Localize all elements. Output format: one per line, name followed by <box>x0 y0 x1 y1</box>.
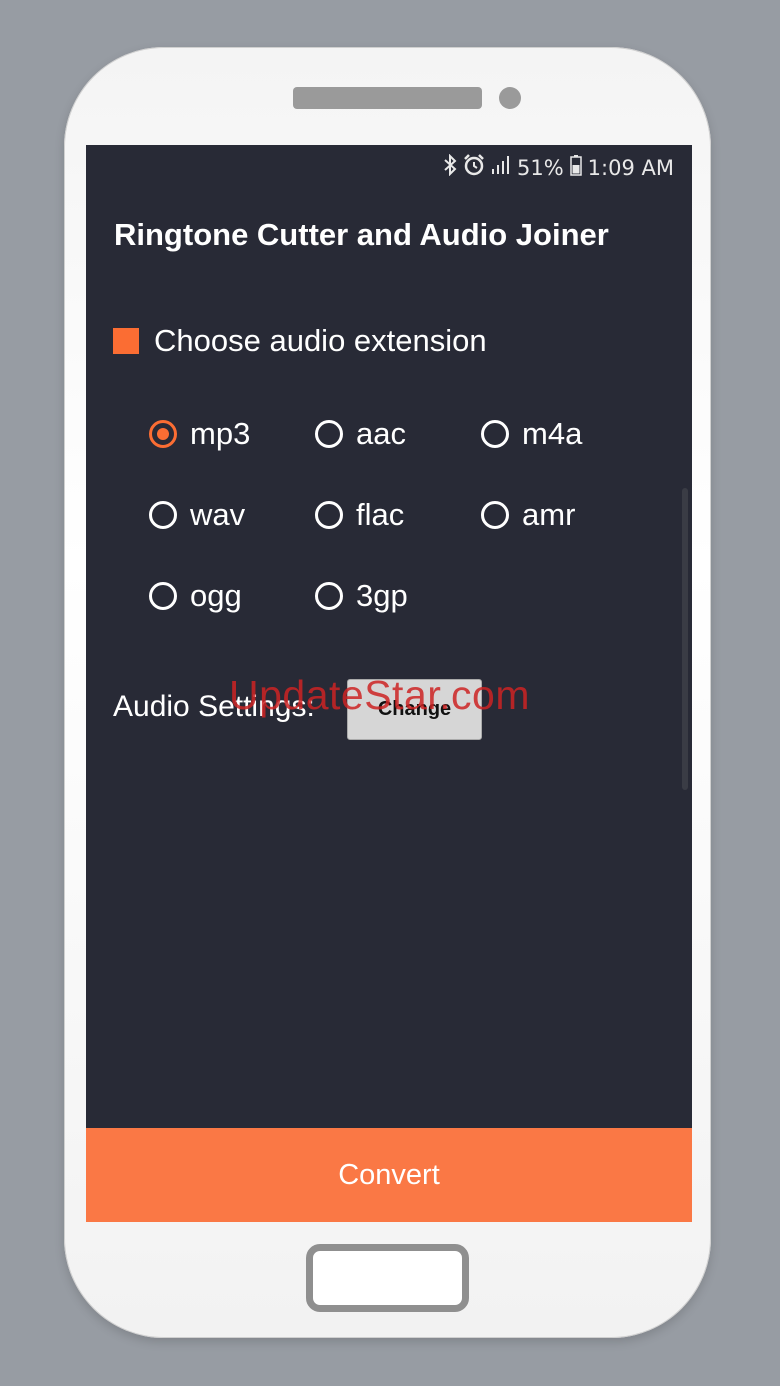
radio-unselected-icon <box>315 501 343 529</box>
section-marker <box>113 328 139 354</box>
radio-mp3[interactable]: mp3 <box>149 416 250 452</box>
change-button[interactable]: Change <box>347 679 482 740</box>
radio-label: mp3 <box>190 416 251 451</box>
extension-section-label: Choose audio extension <box>154 323 487 358</box>
radio-wav[interactable]: wav <box>149 497 245 533</box>
radio-selected-icon <box>149 420 177 448</box>
radio-label: aac <box>356 416 406 451</box>
alarm-icon <box>463 154 485 181</box>
clock: 1:09 AM <box>587 155 674 180</box>
phone-speaker <box>293 87 482 109</box>
app-title: Ringtone Cutter and Audio Joiner <box>114 217 609 252</box>
extension-section-header: Choose audio extension <box>113 323 487 359</box>
radio-m4a[interactable]: m4a <box>481 416 582 452</box>
convert-button[interactable]: Convert <box>86 1128 692 1222</box>
radio-unselected-icon <box>315 420 343 448</box>
battery-percent: 51% <box>516 155 564 180</box>
battery-icon <box>569 154 582 181</box>
radio-amr[interactable]: amr <box>481 497 575 533</box>
signal-icon <box>491 155 511 180</box>
radio-label: wav <box>190 497 246 532</box>
scrollbar[interactable] <box>682 488 688 790</box>
phone-camera <box>499 87 521 109</box>
radio-unselected-icon <box>149 582 177 610</box>
radio-label: 3gp <box>356 578 408 613</box>
radio-aac[interactable]: aac <box>315 416 406 452</box>
radio-ogg[interactable]: ogg <box>149 578 242 614</box>
radio-unselected-icon <box>481 501 509 529</box>
radio-unselected-icon <box>315 582 343 610</box>
radio-label: ogg <box>190 578 242 613</box>
app-screen: 51% 1:09 AM Ringtone Cutter and Audio Jo… <box>86 145 692 1222</box>
status-bar: 51% 1:09 AM <box>86 145 692 191</box>
radio-unselected-icon <box>149 501 177 529</box>
radio-label: flac <box>356 497 405 532</box>
radio-unselected-icon <box>481 420 509 448</box>
audio-settings-label: Audio Settings: <box>113 690 315 723</box>
radio-flac[interactable]: flac <box>315 497 404 533</box>
bluetooth-icon <box>443 153 457 181</box>
radio-label: m4a <box>522 416 583 451</box>
home-button[interactable] <box>306 1244 469 1312</box>
status-icons: 51% 1:09 AM <box>443 153 674 181</box>
radio-label: amr <box>522 497 576 532</box>
radio-3gp[interactable]: 3gp <box>315 578 408 614</box>
